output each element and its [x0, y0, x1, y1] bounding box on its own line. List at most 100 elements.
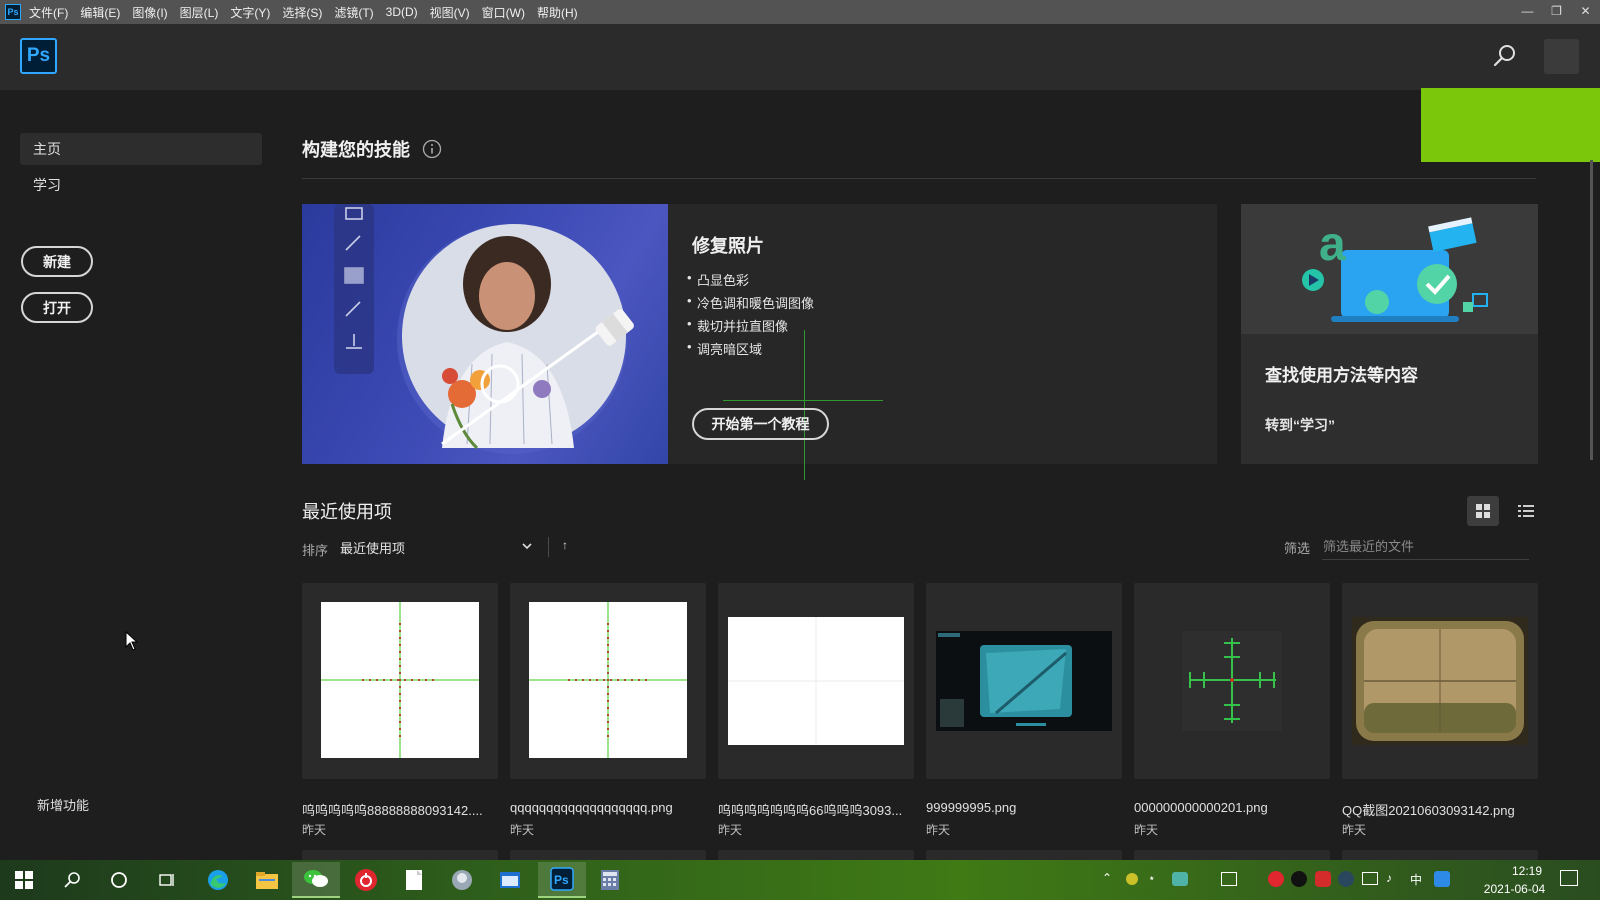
- netease-tray-icon[interactable]: [1268, 871, 1284, 887]
- new-button[interactable]: 新建: [21, 246, 93, 277]
- network-dots-icon[interactable]: ⋆: [1148, 871, 1156, 885]
- tutorial-bullet: 调亮暗区域: [687, 339, 762, 358]
- task-view-icon[interactable]: [149, 862, 185, 898]
- recent-file-date: 昨天: [926, 823, 951, 837]
- recent-file-name: 呜呜呜呜呜呜呜66呜呜呜3093...: [718, 803, 903, 818]
- search-icon[interactable]: [54, 862, 90, 898]
- menu-help[interactable]: 帮助(H): [537, 4, 578, 21]
- app-icon: Ps: [5, 4, 21, 20]
- recent-file-card[interactable]: [510, 850, 706, 860]
- app-icon[interactable]: [444, 862, 480, 898]
- recent-file-date: 昨天: [718, 823, 743, 837]
- tray-app-icon[interactable]: [1434, 871, 1450, 887]
- window-controls: — ❐ ✕: [1513, 0, 1600, 24]
- sidebar-item-label: 主页: [33, 141, 61, 157]
- menu-file[interactable]: 文件(F): [29, 4, 68, 21]
- recent-file-card[interactable]: [1134, 583, 1330, 779]
- tray-app-icon[interactable]: [1126, 873, 1138, 885]
- recent-file-card[interactable]: [302, 583, 498, 779]
- divider: [302, 178, 1536, 179]
- sort-direction-icon[interactable]: ↑: [562, 538, 568, 552]
- recent-file-card[interactable]: [510, 583, 706, 779]
- open-button[interactable]: 打开: [21, 292, 93, 323]
- file-explorer-icon[interactable]: [249, 862, 285, 898]
- photoshop-logo[interactable]: Ps: [20, 38, 57, 74]
- menu-view[interactable]: 视图(V): [430, 4, 470, 21]
- tutorial-bullet: 冷色调和暖色调图像: [687, 293, 814, 312]
- recent-file-card[interactable]: [926, 850, 1122, 860]
- cortana-icon[interactable]: [101, 862, 137, 898]
- chevron-up-icon[interactable]: ⌃: [1102, 871, 1112, 885]
- qq-penguin-icon[interactable]: [1291, 871, 1307, 887]
- recent-file-card[interactable]: [1342, 583, 1538, 779]
- sidebar-item-learn[interactable]: 学习: [20, 169, 262, 201]
- list-view-icon[interactable]: [1510, 496, 1542, 526]
- filter-input[interactable]: [1322, 533, 1529, 560]
- info-icon[interactable]: [422, 139, 442, 159]
- network-icon[interactable]: [1362, 872, 1378, 885]
- recent-file-card[interactable]: [1342, 850, 1538, 860]
- recent-file-card[interactable]: [718, 583, 914, 779]
- windows-start-icon[interactable]: [6, 862, 42, 898]
- calculator-icon[interactable]: [592, 862, 628, 898]
- menu-filter[interactable]: 滤镜(T): [334, 4, 373, 21]
- recent-file-date: 昨天: [302, 823, 327, 837]
- tutorial-title: 修复照片: [692, 236, 764, 256]
- sort-label: 排序: [302, 543, 329, 558]
- clock-date[interactable]: 2021-06-04: [1472, 882, 1557, 896]
- menu-image[interactable]: 图像(I): [132, 4, 167, 21]
- recent-file-date: 昨天: [1134, 823, 1159, 837]
- app-header: [0, 24, 1600, 90]
- recent-file-card[interactable]: [1134, 850, 1330, 860]
- menu-type[interactable]: 文字(Y): [230, 4, 270, 21]
- start-tutorial-button[interactable]: 开始第一个教程: [692, 408, 829, 440]
- divider: [548, 537, 549, 557]
- whats-new-link[interactable]: 新增功能: [37, 795, 89, 814]
- window-app-icon[interactable]: [492, 862, 528, 898]
- scrollbar[interactable]: [1590, 160, 1593, 460]
- close-icon[interactable]: ✕: [1571, 0, 1600, 22]
- minimize-icon[interactable]: —: [1513, 0, 1542, 22]
- tray-app-icon[interactable]: [1315, 871, 1331, 887]
- notification-icon[interactable]: [1560, 870, 1578, 886]
- menu-3d[interactable]: 3D(D): [386, 5, 418, 19]
- search-icon[interactable]: [1492, 43, 1518, 69]
- sidebar-item-label: 学习: [33, 177, 61, 193]
- menu-select[interactable]: 选择(S): [282, 4, 322, 21]
- screen-capture-icon[interactable]: [1221, 872, 1237, 886]
- photoshop-icon[interactable]: Ps: [538, 862, 586, 898]
- recent-file-name: 000000000000201.png: [1134, 800, 1268, 815]
- clock-time[interactable]: 12:19: [1497, 864, 1557, 878]
- section-title: 构建您的技能: [302, 140, 410, 160]
- go-to-learn-link[interactable]: 转到“学习”: [1265, 415, 1335, 435]
- notepad-icon[interactable]: [396, 862, 432, 898]
- learn-illustration: a: [1241, 204, 1538, 334]
- chevron-down-icon[interactable]: [521, 540, 533, 552]
- tutorial-image[interactable]: [302, 204, 668, 464]
- avatar[interactable]: [1544, 39, 1579, 74]
- menu-window[interactable]: 窗口(W): [482, 4, 525, 21]
- recent-file-card[interactable]: [302, 850, 498, 860]
- menu-edit[interactable]: 编辑(E): [80, 4, 120, 21]
- ime-indicator[interactable]: 中: [1410, 871, 1422, 888]
- sidebar-item-home[interactable]: 主页: [20, 133, 262, 165]
- recent-file-card[interactable]: [926, 583, 1122, 779]
- recent-file-name: 999999995.png: [926, 800, 1017, 815]
- tutorial-bullet: 凸显色彩: [687, 270, 749, 289]
- menu-layer[interactable]: 图层(L): [180, 4, 219, 21]
- svg-text:a: a: [1319, 218, 1346, 271]
- crosshair-line: [804, 330, 805, 480]
- learn-title: 查找使用方法等内容: [1265, 366, 1418, 385]
- svg-text:Ps: Ps: [554, 873, 569, 887]
- menu-bar: Ps 文件(F) 编辑(E) 图像(I) 图层(L) 文字(Y) 选择(S) 滤…: [0, 0, 1600, 24]
- edge-icon[interactable]: [200, 862, 236, 898]
- steam-icon[interactable]: [1338, 871, 1354, 887]
- restore-icon[interactable]: ❐: [1542, 0, 1571, 22]
- sort-dropdown[interactable]: 最近使用项: [340, 538, 405, 557]
- wechat-icon[interactable]: [292, 862, 340, 898]
- netease-music-icon[interactable]: [348, 862, 384, 898]
- volume-icon[interactable]: ♪: [1386, 871, 1392, 885]
- tray-app-icon[interactable]: [1172, 872, 1188, 886]
- grid-view-icon[interactable]: [1467, 496, 1499, 526]
- recent-file-card[interactable]: [718, 850, 914, 860]
